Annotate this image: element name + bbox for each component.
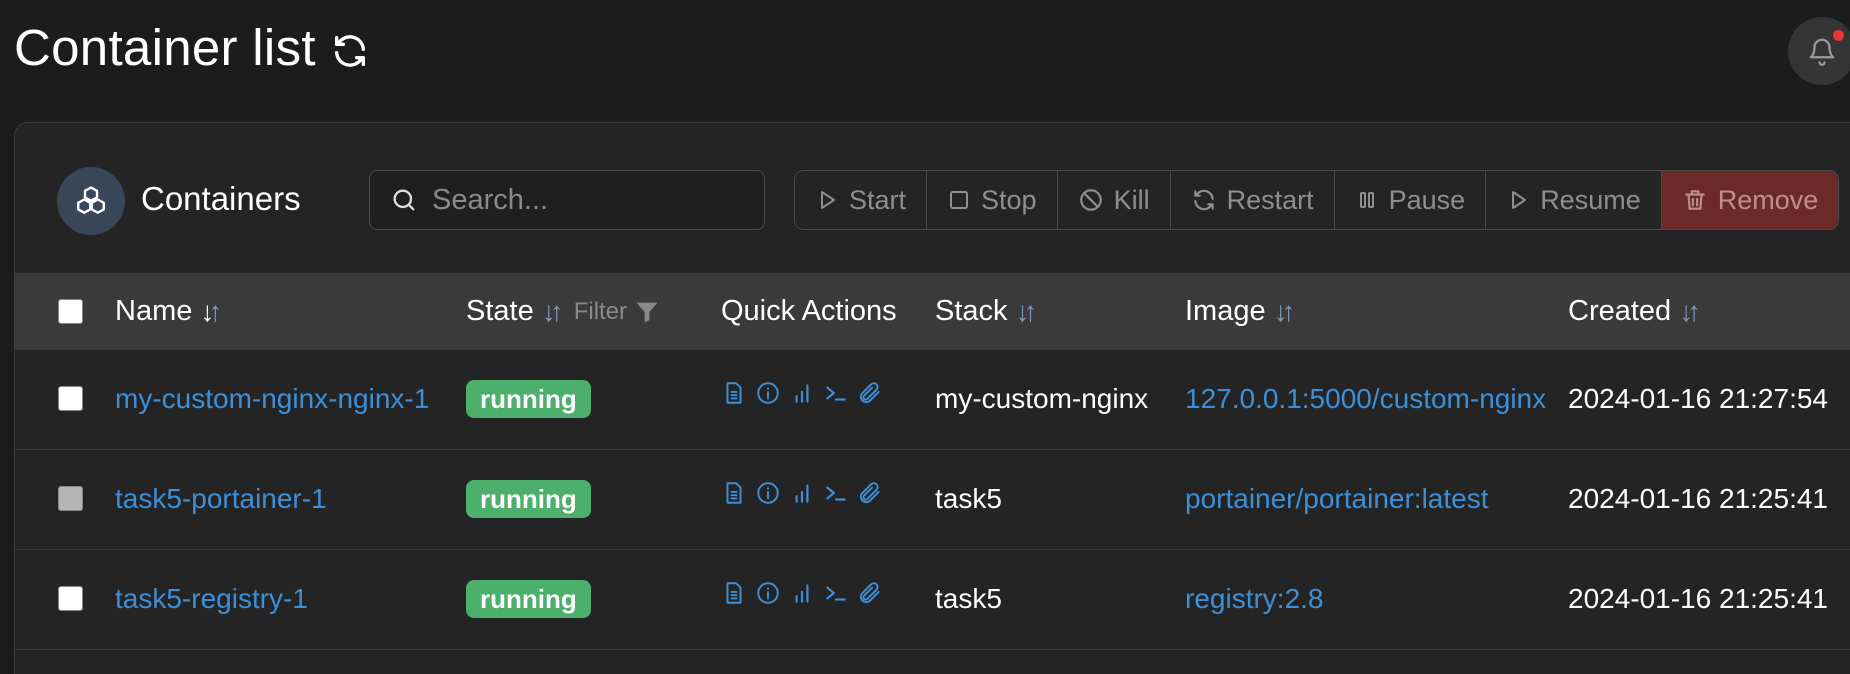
- sort-icon[interactable]: ↓↑: [1016, 296, 1038, 328]
- table-row: my-custom-nginx-nginx-1 running my-custo…: [15, 350, 1850, 450]
- start-label: Start: [849, 184, 907, 215]
- column-created-label: Created: [1568, 295, 1672, 327]
- play-icon: [821, 191, 835, 209]
- info-icon[interactable]: [755, 480, 781, 506]
- created-cell: 2024-01-16 21:25:41: [1568, 483, 1828, 514]
- funnel-icon: [636, 302, 658, 322]
- select-all-checkbox[interactable]: [58, 299, 83, 324]
- quick-actions: [721, 480, 883, 506]
- state-filter[interactable]: Filter: [574, 298, 661, 326]
- logs-icon[interactable]: [721, 580, 747, 606]
- page-title: Container list: [14, 18, 370, 77]
- row-checkbox[interactable]: [58, 386, 83, 411]
- quick-actions: [721, 580, 883, 606]
- console-icon[interactable]: [823, 380, 849, 406]
- notification-dot: [1833, 30, 1844, 41]
- pause-button[interactable]: Pause: [1334, 171, 1487, 229]
- info-icon[interactable]: [755, 380, 781, 406]
- column-name-label: Name: [115, 295, 193, 327]
- bell-icon: [1809, 38, 1835, 66]
- column-quick-actions-label: Quick Actions: [721, 295, 897, 327]
- image-link[interactable]: 127.0.0.1:5000/custom-nginx: [1185, 383, 1546, 415]
- sort-icon[interactable]: ↓↑: [542, 296, 564, 328]
- quick-actions: [721, 380, 883, 406]
- image-link[interactable]: portainer/portainer:latest: [1185, 483, 1489, 515]
- stack-cell: task5: [935, 483, 1002, 514]
- search-icon: [393, 189, 415, 211]
- stop-icon: [950, 191, 969, 209]
- table-header: Name ↓↑ State ↓↑ Filter Quick Actions St…: [15, 273, 1850, 350]
- search-box[interactable]: [369, 170, 765, 230]
- containers-panel: Containers Start Stop Kill Restart: [14, 122, 1850, 674]
- row-checkbox[interactable]: [58, 586, 83, 611]
- start-button[interactable]: Start: [795, 171, 928, 229]
- pause-icon: [1359, 192, 1374, 208]
- sort-icon[interactable]: ↓↑: [200, 296, 222, 328]
- resume-button[interactable]: Resume: [1486, 171, 1662, 229]
- panel-header: Containers Start Stop Kill Restart: [15, 123, 1850, 273]
- console-icon[interactable]: [823, 580, 849, 606]
- column-stack-label: Stack: [935, 295, 1008, 327]
- logs-icon[interactable]: [721, 480, 747, 506]
- remove-label: Remove: [1717, 184, 1819, 215]
- stop-button[interactable]: Stop: [927, 171, 1058, 229]
- column-created[interactable]: Created ↓↑: [1568, 295, 1701, 328]
- restart-label: Restart: [1226, 184, 1314, 215]
- logs-icon[interactable]: [721, 380, 747, 406]
- table-row: task5-portainer-1 running task5 portaine…: [15, 450, 1850, 550]
- container-name-link[interactable]: my-custom-nginx-nginx-1: [115, 383, 429, 415]
- action-button-group: Start Stop Kill Restart Pause Resume Rem…: [794, 170, 1840, 230]
- column-image-label: Image: [1185, 295, 1266, 327]
- remove-button[interactable]: Remove: [1661, 171, 1839, 229]
- column-stack[interactable]: Stack ↓↑: [935, 295, 1038, 328]
- page-title-text: Container list: [14, 19, 316, 76]
- trash-icon: [1684, 190, 1705, 210]
- ban-icon: [1079, 189, 1102, 211]
- state-badge: running: [466, 380, 591, 418]
- row-checkbox[interactable]: [58, 486, 83, 511]
- filter-label: Filter: [573, 297, 628, 325]
- play-icon: [1512, 191, 1527, 209]
- restart-icon: [1193, 189, 1214, 211]
- pause-label: Pause: [1388, 184, 1466, 215]
- console-icon[interactable]: [823, 480, 849, 506]
- resume-label: Resume: [1540, 184, 1641, 215]
- created-cell: 2024-01-16 21:27:54: [1568, 383, 1828, 414]
- created-cell: 2024-01-16 21:25:41: [1568, 583, 1828, 614]
- cubes-icon: [77, 186, 105, 214]
- stack-cell: task5: [935, 583, 1002, 614]
- notifications-button[interactable]: [1788, 17, 1850, 85]
- stop-label: Stop: [981, 184, 1037, 215]
- state-badge: running: [466, 480, 591, 518]
- stack-cell: my-custom-nginx: [935, 383, 1149, 414]
- column-state-label: State: [466, 295, 534, 327]
- attach-icon[interactable]: [857, 480, 883, 506]
- table-row: task5-registry-1 running task5 registry:…: [15, 550, 1850, 650]
- state-badge: running: [466, 580, 591, 618]
- section-title: Containers: [141, 180, 301, 217]
- container-name-link[interactable]: task5-portainer-1: [115, 483, 327, 515]
- column-quick-actions: Quick Actions: [721, 295, 897, 328]
- containers-badge: [57, 167, 125, 235]
- image-link[interactable]: registry:2.8: [1185, 583, 1324, 615]
- refresh-icon[interactable]: [330, 31, 370, 71]
- kill-label: Kill: [1113, 184, 1150, 215]
- kill-button[interactable]: Kill: [1057, 171, 1171, 229]
- column-name[interactable]: Name ↓↑: [115, 295, 222, 328]
- attach-icon[interactable]: [857, 380, 883, 406]
- sort-icon[interactable]: ↓↑: [1274, 296, 1296, 328]
- sort-icon[interactable]: ↓↑: [1679, 296, 1701, 328]
- search-input[interactable]: [432, 183, 752, 217]
- info-icon[interactable]: [755, 580, 781, 606]
- stats-icon[interactable]: [789, 580, 815, 606]
- column-image[interactable]: Image ↓↑: [1185, 295, 1296, 328]
- column-state[interactable]: State ↓↑ Filter: [466, 295, 661, 328]
- attach-icon[interactable]: [857, 580, 883, 606]
- stats-icon[interactable]: [789, 380, 815, 406]
- stats-icon[interactable]: [789, 480, 815, 506]
- restart-button[interactable]: Restart: [1170, 171, 1335, 229]
- container-name-link[interactable]: task5-registry-1: [115, 583, 308, 615]
